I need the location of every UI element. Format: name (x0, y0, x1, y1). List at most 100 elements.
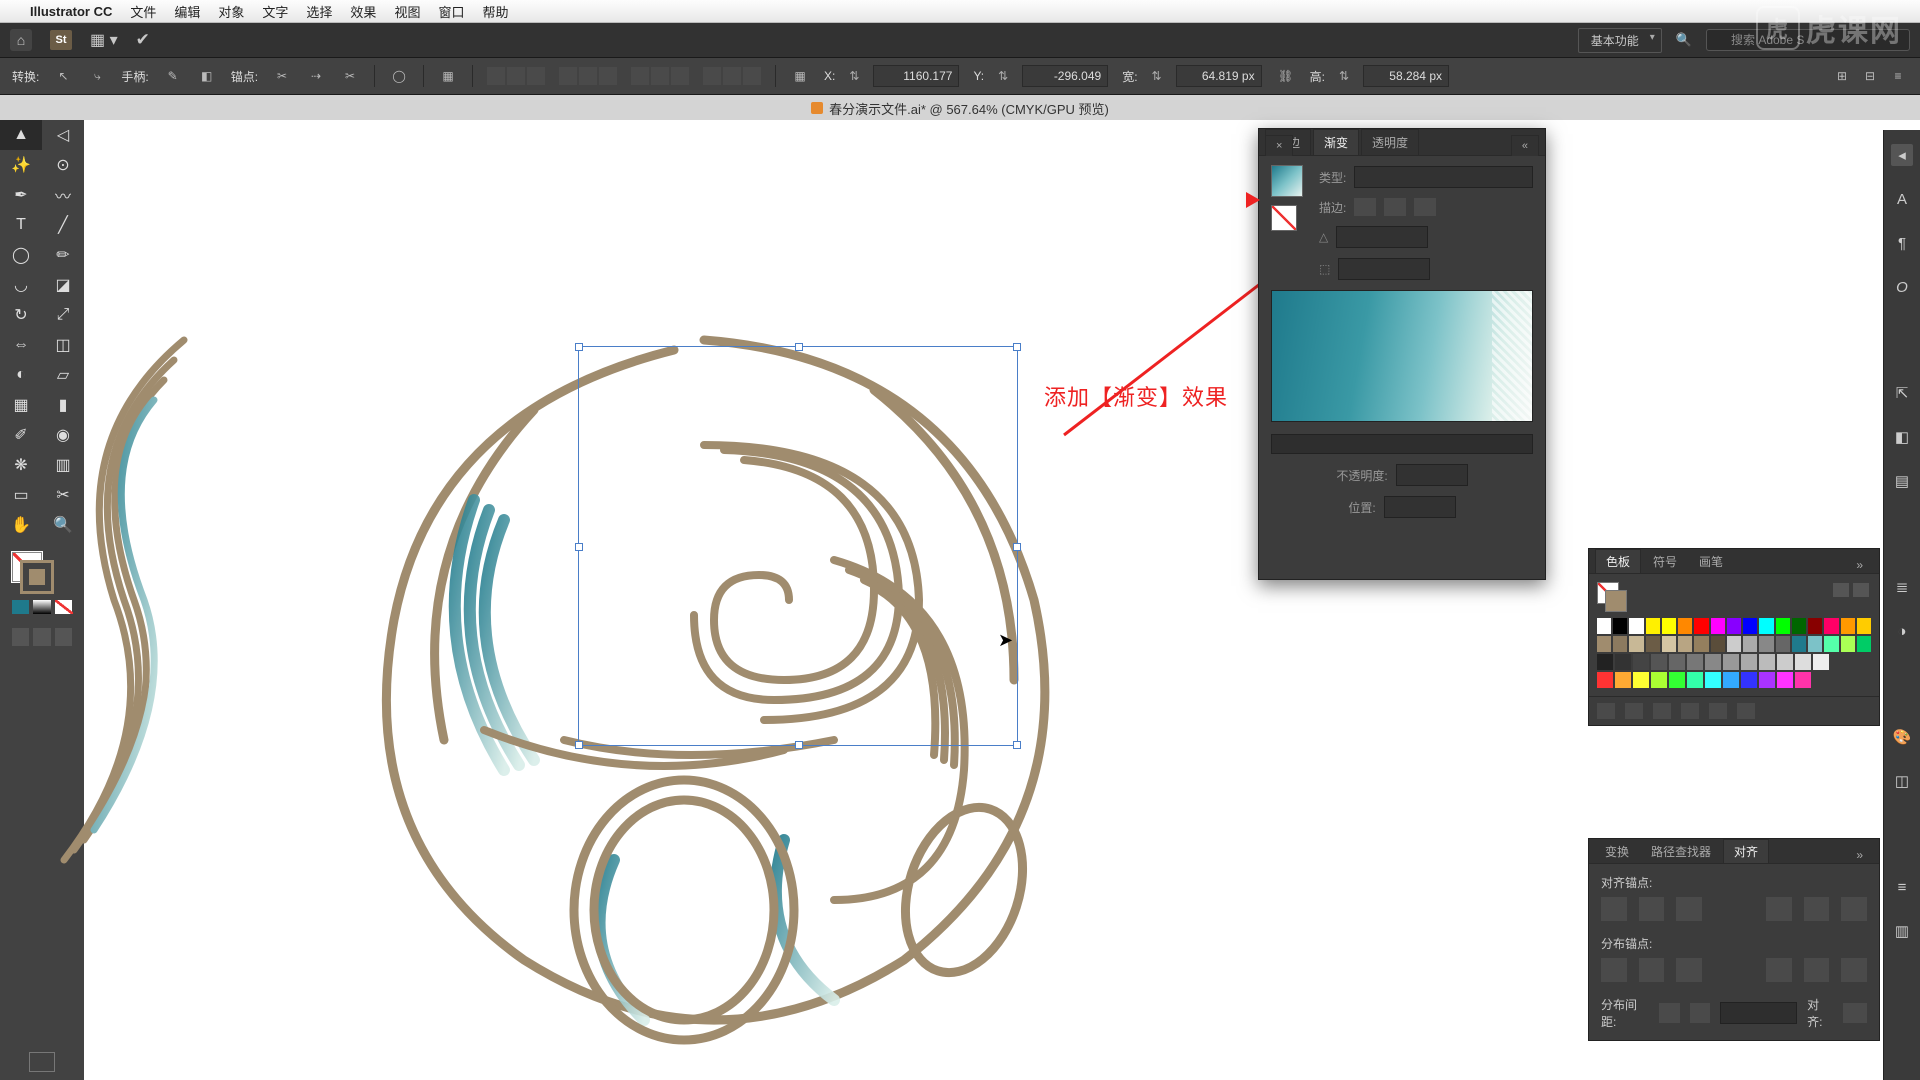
swatch-cell[interactable] (1841, 618, 1855, 634)
swatch-cell[interactable] (1629, 636, 1643, 652)
opentype-panel-icon[interactable]: O (1891, 276, 1913, 298)
dist-right-icon[interactable] (1841, 958, 1867, 982)
swatch-cell[interactable] (1777, 672, 1793, 688)
handle-hide-icon[interactable]: ◧ (197, 66, 217, 86)
new-color-group-icon[interactable] (1681, 703, 1699, 719)
swatch-cell[interactable] (1759, 654, 1775, 670)
layers-panel-icon[interactable]: ≣ (1891, 576, 1913, 598)
cut-path-icon[interactable]: ✂ (340, 66, 360, 86)
asset-panel-icon[interactable]: ◧ (1891, 426, 1913, 448)
tab-transform[interactable]: 变换 (1595, 840, 1639, 863)
appearance-panel-icon[interactable]: ◑ (1891, 620, 1913, 642)
swatches-panel[interactable]: 色板 符号 画笔 » (1588, 548, 1880, 726)
swatch-cell[interactable] (1633, 654, 1649, 670)
swatch-cell[interactable] (1759, 672, 1775, 688)
eraser-tool[interactable]: ◪ (42, 270, 84, 300)
stroke-gradient-within-icon[interactable] (1354, 198, 1376, 216)
tab-align[interactable]: 对齐 (1723, 839, 1769, 863)
y-stepper-icon[interactable]: ⇅ (998, 69, 1008, 83)
gradient-type-dropdown[interactable] (1354, 166, 1533, 188)
snap-to-point-icon[interactable]: ⊞ (1832, 66, 1852, 86)
swatch-cell[interactable] (1629, 618, 1643, 634)
swatch-cell[interactable] (1776, 618, 1790, 634)
app-name[interactable]: Illustrator CC (30, 4, 112, 19)
delete-swatch-icon[interactable] (1737, 703, 1755, 719)
swatch-cell[interactable] (1723, 672, 1739, 688)
swatch-cell[interactable] (1615, 672, 1631, 688)
swatch-list-view-icon[interactable] (1833, 583, 1849, 597)
gradient-aspect-input[interactable] (1338, 258, 1430, 280)
swatch-cell[interactable] (1711, 618, 1725, 634)
gradient-fill-swatch[interactable] (1271, 165, 1303, 197)
new-swatch-icon[interactable] (1709, 703, 1727, 719)
swatch-cell[interactable] (1678, 636, 1692, 652)
swatch-cell[interactable] (1759, 618, 1773, 634)
menu-type[interactable]: 文字 (262, 2, 288, 21)
swatch-cell[interactable] (1705, 654, 1721, 670)
gradient-location-input[interactable] (1384, 496, 1456, 518)
swatch-cell[interactable] (1662, 618, 1676, 634)
panel-collapse-icon[interactable]: « (1511, 135, 1539, 156)
gradient-slider[interactable] (1271, 434, 1533, 454)
connect-anchor-icon[interactable]: ⇢ (306, 66, 326, 86)
gradient-panel[interactable]: × 描边 渐变 透明度 « 类型: 描边: △ ⬚ 不透明度: 位置: (1258, 128, 1546, 580)
color-panel-icon[interactable]: 🎨 (1891, 726, 1913, 748)
swatch-cell[interactable] (1646, 636, 1660, 652)
paintbrush-tool[interactable]: ✏ (42, 240, 84, 270)
swatch-cell[interactable] (1857, 636, 1871, 652)
swatch-cell[interactable] (1705, 672, 1721, 688)
panel-menu-icon[interactable]: ≡ (1888, 66, 1908, 86)
ellipse-tool[interactable]: ◯ (0, 240, 42, 270)
dist-spacing-v-icon[interactable] (1659, 1003, 1680, 1023)
align-top-icon[interactable] (1766, 897, 1792, 921)
dist-hcenter-icon[interactable] (1804, 958, 1830, 982)
workspace-switcher[interactable]: 基本功能 (1578, 28, 1662, 53)
h-stepper-icon[interactable]: ⇅ (1339, 69, 1349, 83)
swatch-cell[interactable] (1743, 618, 1757, 634)
character-panel-icon[interactable]: A (1891, 188, 1913, 210)
align-vertical-set[interactable] (559, 67, 617, 85)
swatch-cell[interactable] (1597, 636, 1611, 652)
menu-help[interactable]: 帮助 (482, 2, 508, 21)
stock-icon[interactable]: St (50, 30, 72, 50)
swatch-cell[interactable] (1597, 672, 1613, 688)
align-vcenter-icon[interactable] (1804, 897, 1830, 921)
swatch-cell[interactable] (1613, 618, 1627, 634)
swatch-cell[interactable] (1711, 636, 1725, 652)
swatch-cell[interactable] (1813, 654, 1829, 670)
swatch-cell[interactable] (1633, 672, 1649, 688)
gpu-preview-icon[interactable]: ✔ (136, 30, 150, 50)
swatch-cell[interactable] (1741, 654, 1757, 670)
swatch-cell[interactable] (1597, 654, 1613, 670)
distribute-vertical-set[interactable] (703, 67, 761, 85)
swatch-cell[interactable] (1678, 618, 1692, 634)
document-tab[interactable]: 春分演示文件.ai* @ 567.64% (CMYK/GPU 预览) (0, 95, 1920, 122)
swatch-cell[interactable] (1687, 654, 1703, 670)
swatches-fill-stroke[interactable] (1597, 582, 1627, 612)
panel-close-icon[interactable]: × (1265, 135, 1293, 156)
align-hcenter-icon[interactable] (1639, 897, 1665, 921)
magic-wand-tool[interactable]: ✨ (0, 150, 42, 180)
menu-effect[interactable]: 效果 (350, 2, 376, 21)
swatch-cell[interactable] (1669, 672, 1685, 688)
swatch-cell[interactable] (1597, 618, 1611, 634)
type-tool[interactable]: T (0, 210, 42, 240)
swatch-cell[interactable] (1824, 618, 1838, 634)
arrange-documents-icon[interactable]: ▦ ▾ (90, 30, 118, 50)
libraries-panel-icon[interactable]: ▤ (1891, 470, 1913, 492)
align-collapse-icon[interactable]: » (1846, 845, 1873, 865)
align-bottom-icon[interactable] (1841, 897, 1867, 921)
remove-anchor-icon[interactable]: ✂ (272, 66, 292, 86)
tab-transparency[interactable]: 透明度 (1361, 129, 1419, 155)
menu-select[interactable]: 选择 (306, 2, 332, 21)
snap-to-grid-icon[interactable]: ⊟ (1860, 66, 1880, 86)
line-tool[interactable]: ╱ (42, 210, 84, 240)
dist-spacing-input[interactable] (1720, 1002, 1797, 1024)
stroke-panel-icon[interactable]: ≡ (1891, 876, 1913, 898)
menu-view[interactable]: 视图 (394, 2, 420, 21)
tab-symbols[interactable]: 符号 (1643, 550, 1687, 573)
swatch-cell[interactable] (1727, 636, 1741, 652)
dist-left-icon[interactable] (1766, 958, 1792, 982)
selection-tool[interactable]: ▲ (0, 120, 42, 150)
dist-bottom-icon[interactable] (1676, 958, 1702, 982)
